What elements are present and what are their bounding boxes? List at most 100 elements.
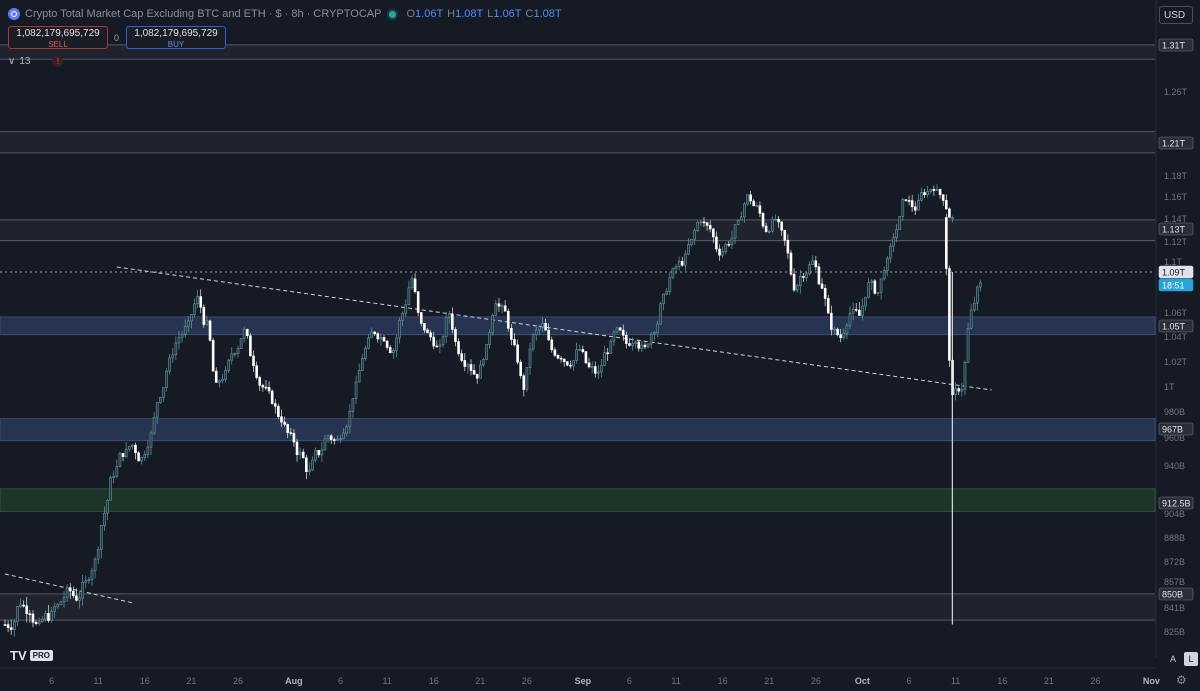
candle-body bbox=[392, 350, 395, 353]
candle-body bbox=[451, 313, 454, 330]
candle-body bbox=[544, 323, 547, 331]
candle-body bbox=[951, 217, 954, 219]
pro-badge: PRO bbox=[29, 650, 53, 661]
candle-body bbox=[562, 358, 566, 362]
price-tag-label[interactable]: 1.05T bbox=[1162, 322, 1186, 332]
candle-body bbox=[848, 312, 852, 326]
log-scale-button[interactable]: L bbox=[1184, 652, 1198, 666]
exchange-label: CRYPTOCAP bbox=[313, 8, 382, 20]
candle-body bbox=[137, 452, 140, 462]
price-tick-label: 1.1T bbox=[1164, 257, 1183, 267]
candle-body bbox=[267, 387, 271, 392]
price-axis[interactable]: 1.31T1.26T1.21T1.18T1.16T1.14T1.12T1.1T1… bbox=[1155, 0, 1200, 691]
candle-body bbox=[292, 432, 296, 443]
candle-body bbox=[177, 337, 181, 344]
candle-body bbox=[677, 261, 681, 267]
candle-body bbox=[106, 499, 109, 514]
candle-body bbox=[311, 459, 314, 471]
tradingview-logo[interactable]: TV PRO bbox=[10, 648, 53, 663]
candle-body bbox=[721, 251, 724, 256]
symbol-title[interactable]: Crypto Total Market Cap Excluding BTC an… bbox=[25, 8, 266, 20]
candle-body bbox=[28, 613, 32, 615]
candle-body bbox=[861, 305, 864, 316]
gear-icon[interactable]: ⚙ bbox=[1176, 673, 1187, 687]
price-tick-label: 841B bbox=[1164, 603, 1185, 613]
ohlc-open-value: 1.06T bbox=[415, 8, 444, 20]
candle-body bbox=[373, 331, 376, 335]
sell-price: 1,082,179,695,729 bbox=[16, 28, 100, 39]
time-axis[interactable]: 6 11 16 21 26 Aug 6 11 16 21 26 Sep 6 11 16 21 26 Oct 6 11 1… bbox=[0, 667, 1160, 686]
price-tag-label[interactable]: 1.21T bbox=[1162, 139, 1186, 149]
candle-body bbox=[109, 477, 112, 501]
candle-body bbox=[242, 329, 246, 339]
candle-body bbox=[348, 411, 352, 428]
candle-body bbox=[357, 370, 361, 383]
indicators-toggle[interactable]: ∨ 13 ! bbox=[8, 56, 64, 67]
candle-body bbox=[320, 449, 324, 456]
candle-body bbox=[972, 302, 976, 311]
candle-body bbox=[364, 347, 367, 359]
price-tag-label[interactable]: 1.31T bbox=[1162, 41, 1186, 51]
currency-button[interactable]: USD bbox=[1159, 6, 1193, 24]
candle-body bbox=[31, 613, 35, 623]
candle-body bbox=[72, 590, 75, 597]
candles-layer bbox=[3, 184, 982, 637]
candle-body bbox=[758, 205, 762, 214]
symbol-header[interactable]: Crypto Total Market Cap Excluding BTC an… bbox=[8, 4, 562, 24]
price-tick-label: 1.18T bbox=[1164, 171, 1188, 181]
candle-body bbox=[146, 446, 150, 455]
candle-body bbox=[115, 466, 119, 477]
candle-body bbox=[460, 353, 463, 361]
price-tag-label[interactable]: 912.5B bbox=[1162, 499, 1191, 509]
price-tag-label[interactable]: 850B bbox=[1162, 590, 1183, 600]
candle-body bbox=[749, 194, 752, 202]
candle-body bbox=[895, 229, 898, 239]
chevron-down-icon[interactable]: ∨ bbox=[8, 56, 15, 67]
bar-countdown-label[interactable]: 18:51 bbox=[1162, 281, 1185, 291]
candle-body bbox=[954, 388, 957, 395]
candle-body bbox=[354, 381, 358, 399]
candle-body bbox=[516, 344, 519, 363]
candle-body bbox=[134, 444, 137, 454]
error-alert-icon[interactable]: ! bbox=[52, 56, 64, 67]
interval-label[interactable]: 8h bbox=[291, 8, 303, 20]
auto-scale-button[interactable]: A bbox=[1166, 652, 1180, 666]
candle-body bbox=[56, 604, 60, 608]
price-tick-label: 1.14T bbox=[1164, 214, 1188, 224]
market-status-icon bbox=[389, 10, 397, 18]
price-tag-label[interactable]: 1.09T bbox=[1162, 268, 1186, 278]
candle-body bbox=[233, 353, 237, 355]
candle-body bbox=[659, 303, 662, 325]
candle-body bbox=[777, 218, 780, 223]
candle-body bbox=[603, 352, 606, 366]
candle-body bbox=[963, 361, 967, 390]
candle-body bbox=[662, 293, 665, 304]
candle-body bbox=[892, 237, 895, 247]
candle-body bbox=[969, 309, 973, 329]
candle-body bbox=[336, 438, 339, 441]
candle-body bbox=[945, 217, 948, 269]
green-zone-2[interactable] bbox=[0, 488, 1156, 512]
price-tag-label[interactable]: 1.13T bbox=[1162, 225, 1186, 235]
buy-button[interactable]: 1,082,179,695,729 BUY bbox=[126, 26, 226, 49]
candle-body bbox=[273, 403, 277, 407]
price-tick-label: 872B bbox=[1164, 557, 1185, 567]
candle-body bbox=[830, 312, 833, 330]
price-tick-label: 940B bbox=[1164, 461, 1185, 471]
candle-body bbox=[326, 435, 330, 440]
candle-body bbox=[239, 338, 243, 349]
blue-zone-1[interactable] bbox=[0, 418, 1156, 442]
candle-body bbox=[131, 444, 134, 447]
candle-body bbox=[715, 236, 718, 250]
time-tick-label: 16 bbox=[997, 676, 1007, 686]
candle-body bbox=[413, 278, 417, 293]
price-tag-label[interactable]: 967B bbox=[1162, 425, 1183, 435]
candle-body bbox=[454, 329, 457, 342]
candle-body bbox=[643, 344, 647, 348]
candle-body bbox=[463, 360, 467, 367]
level-band-3 bbox=[0, 594, 1155, 620]
sell-button[interactable]: 1,082,179,695,729 SELL bbox=[8, 26, 108, 49]
candle-body bbox=[823, 288, 827, 299]
price-chart[interactable]: 1.31T1.26T1.21T1.18T1.16T1.14T1.12T1.1T1… bbox=[0, 0, 1200, 691]
price-axis-bg bbox=[1156, 0, 1200, 691]
